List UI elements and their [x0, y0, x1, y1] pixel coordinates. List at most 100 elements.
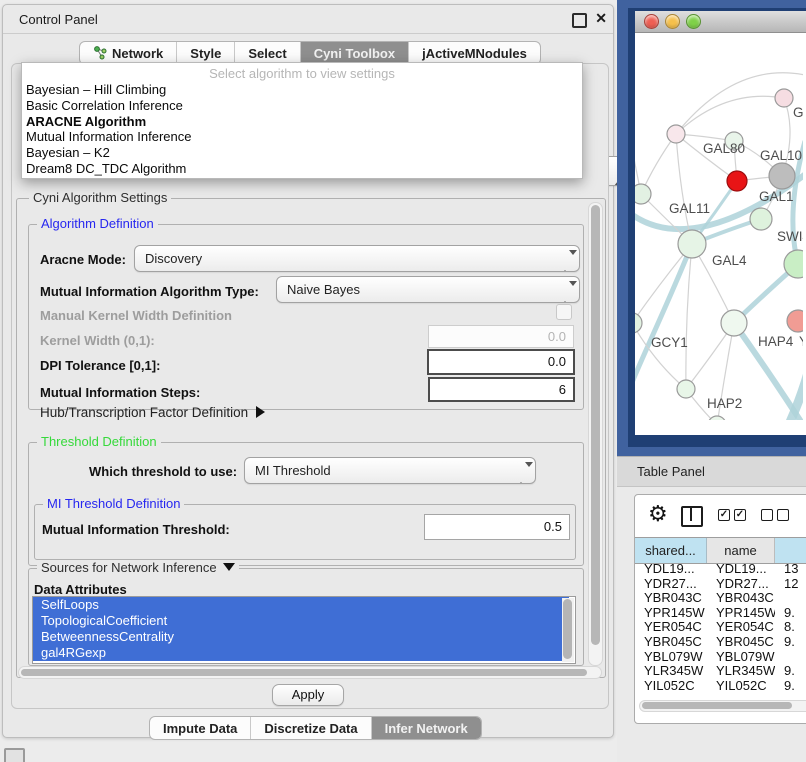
table-column-header[interactable]: name — [707, 538, 775, 563]
table-cell — [775, 650, 806, 665]
which-threshold-value: MI Threshold — [255, 463, 331, 478]
apply-button[interactable]: Apply — [272, 684, 344, 706]
minimized-window-icon[interactable] — [4, 748, 25, 762]
table-row[interactable]: YDR27...YDR27...12 — [635, 577, 806, 592]
network-node[interactable] — [787, 310, 803, 332]
dropdown-item[interactable]: Bayesian – K2 — [22, 145, 582, 161]
table-rows[interactable]: YDL19...YDL19...13YDR27...YDR27...12YBR0… — [635, 562, 806, 693]
network-edge[interactable] — [785, 361, 803, 420]
algorithm-dropdown-list: Select algorithm to view settings Bayesi… — [21, 62, 583, 179]
network-node[interactable] — [678, 230, 706, 258]
tab-style[interactable]: Style — [176, 42, 234, 64]
network-node[interactable] — [769, 163, 795, 189]
tab-label: Network — [112, 46, 163, 61]
network-node[interactable] — [635, 184, 651, 204]
attribute-list-item[interactable]: gal4RGexp — [33, 645, 569, 661]
control-panel-titlebar: Control Panel ✕ — [3, 5, 613, 34]
dpi-tolerance-field[interactable]: 0.0 — [427, 349, 575, 375]
dropdown-item[interactable]: Basic Correlation Inference — [22, 98, 582, 114]
network-node-label: GAL4 — [712, 253, 747, 268]
network-window-titlebar — [635, 11, 806, 33]
network-node-label: GAL — [793, 105, 803, 120]
table-row[interactable]: YBL079WYBL079W — [635, 650, 806, 665]
table-column-header[interactable]: A — [775, 538, 806, 563]
attribute-list-item[interactable]: BetweennessCentrality — [33, 629, 569, 645]
network-node[interactable] — [667, 125, 685, 143]
table-column-header[interactable]: shared... — [635, 538, 707, 563]
network-canvas[interactable]: GALGAL80GAL10GAL1GAL11SWI4GAL4GCY1HAP4YH… — [635, 33, 803, 420]
vertical-scrollbar[interactable] — [588, 202, 603, 666]
network-node[interactable] — [727, 171, 747, 191]
network-node[interactable] — [775, 89, 793, 107]
dropdown-item[interactable]: Dream8 DC_TDC Algorithm — [22, 161, 582, 177]
close-icon[interactable]: ✕ — [595, 10, 607, 27]
mi-steps-field[interactable]: 6 — [428, 377, 575, 402]
network-edge[interactable] — [686, 244, 692, 389]
table-row[interactable]: YBR045CYBR045C9. — [635, 635, 806, 650]
attribute-list-item[interactable]: TopologicalCoefficient — [33, 613, 569, 629]
mi-algorithm-type-label: Mutual Information Algorithm Type: — [40, 284, 259, 299]
network-node-label: HAP4 — [758, 334, 794, 349]
network-node[interactable] — [721, 310, 747, 336]
split-columns-icon[interactable] — [681, 506, 703, 527]
aracne-mode-combobox[interactable]: Discovery — [134, 245, 580, 272]
table-cell: YER054C — [707, 620, 775, 635]
table-row[interactable]: YER054CYER054C8. — [635, 620, 806, 635]
tab-select[interactable]: Select — [234, 42, 299, 64]
unchecked-pair-icon[interactable] — [761, 509, 789, 521]
tab-label: Discretize Data — [264, 721, 357, 736]
sources-title[interactable]: Sources for Network Inference — [37, 560, 239, 575]
table-cell: YER054C — [635, 620, 707, 635]
dropdown-item[interactable]: Mutual Information Inference — [22, 129, 582, 145]
network-node-label: SWI4 — [777, 229, 803, 244]
mi-algorithm-type-value: Naive Bayes — [287, 282, 360, 297]
table-row[interactable]: YDL19...YDL19...13 — [635, 562, 806, 577]
tab-network[interactable]: Network — [80, 42, 176, 64]
horizontal-scrollbar[interactable] — [18, 666, 602, 679]
mi-threshold-definition-title: MI Threshold Definition — [43, 496, 184, 511]
network-node[interactable] — [750, 208, 772, 230]
gear-icon[interactable]: ⚙ — [648, 501, 668, 527]
dropdown-item[interactable]: Bayesian – Hill Climbing — [22, 82, 582, 98]
network-node[interactable] — [635, 313, 642, 333]
tab-jactivemnodules[interactable]: jActiveMNodules — [408, 42, 540, 64]
table-cell: YPR145W — [635, 606, 707, 621]
data-attributes-list[interactable]: SelfLoopsTopologicalCoefficientBetweenne… — [32, 596, 576, 664]
close-traffic-light-icon[interactable] — [644, 14, 659, 29]
which-threshold-combobox[interactable]: MI Threshold — [244, 457, 536, 484]
dropdown-item[interactable]: ARACNE Algorithm — [22, 114, 582, 130]
table-header-row[interactable]: shared...nameA — [635, 537, 806, 564]
which-threshold-label: Which threshold to use: — [89, 464, 237, 479]
table-row[interactable]: YBR043CYBR043C — [635, 591, 806, 606]
minimize-traffic-light-icon[interactable] — [665, 14, 680, 29]
checked-pair-icon[interactable]: ✓✓ — [718, 509, 746, 521]
data-attributes-label: Data Attributes — [34, 582, 127, 597]
network-node-label: Y — [799, 334, 803, 349]
tab-discretize-data[interactable]: Discretize Data — [250, 717, 370, 739]
tab-label: Impute Data — [163, 721, 237, 736]
float-window-icon[interactable] — [572, 13, 587, 28]
manual-kernel-checkbox[interactable] — [556, 304, 572, 320]
mi-algorithm-type-combobox[interactable]: Naive Bayes — [276, 276, 580, 303]
network-edge[interactable] — [635, 244, 692, 395]
table-horizontal-scrollbar[interactable] — [639, 700, 806, 712]
tab-infer-network[interactable]: Infer Network — [371, 717, 481, 739]
table-row[interactable]: YIL052CYIL052C9. — [635, 679, 806, 694]
network-node[interactable] — [708, 416, 726, 420]
kernel-width-field[interactable]: 0.0 — [428, 325, 574, 348]
table-row[interactable]: YPR145WYPR145W9. — [635, 606, 806, 621]
tab-impute-data[interactable]: Impute Data — [150, 717, 250, 739]
attribute-list-item[interactable]: SelfLoops — [33, 597, 569, 613]
mi-threshold-field[interactable]: 0.5 — [424, 514, 570, 540]
aracne-mode-value: Discovery — [145, 251, 202, 266]
combo-arrows-icon — [561, 250, 570, 272]
tab-cyni-toolbox[interactable]: Cyni Toolbox — [300, 42, 408, 64]
list-scrollbar[interactable] — [562, 598, 574, 662]
network-view-window[interactable]: GALGAL80GAL10GAL1GAL11SWI4GAL4GCY1HAP4YH… — [628, 8, 806, 447]
threshold-definition-title: Threshold Definition — [37, 434, 161, 449]
network-node[interactable] — [677, 380, 695, 398]
table-cell: 9. — [775, 635, 806, 650]
table-row[interactable]: YLR345WYLR345W9. — [635, 664, 806, 679]
zoom-traffic-light-icon[interactable] — [686, 14, 701, 29]
hub-definition-toggle[interactable]: Hub/Transcription Factor Definition — [40, 405, 265, 420]
